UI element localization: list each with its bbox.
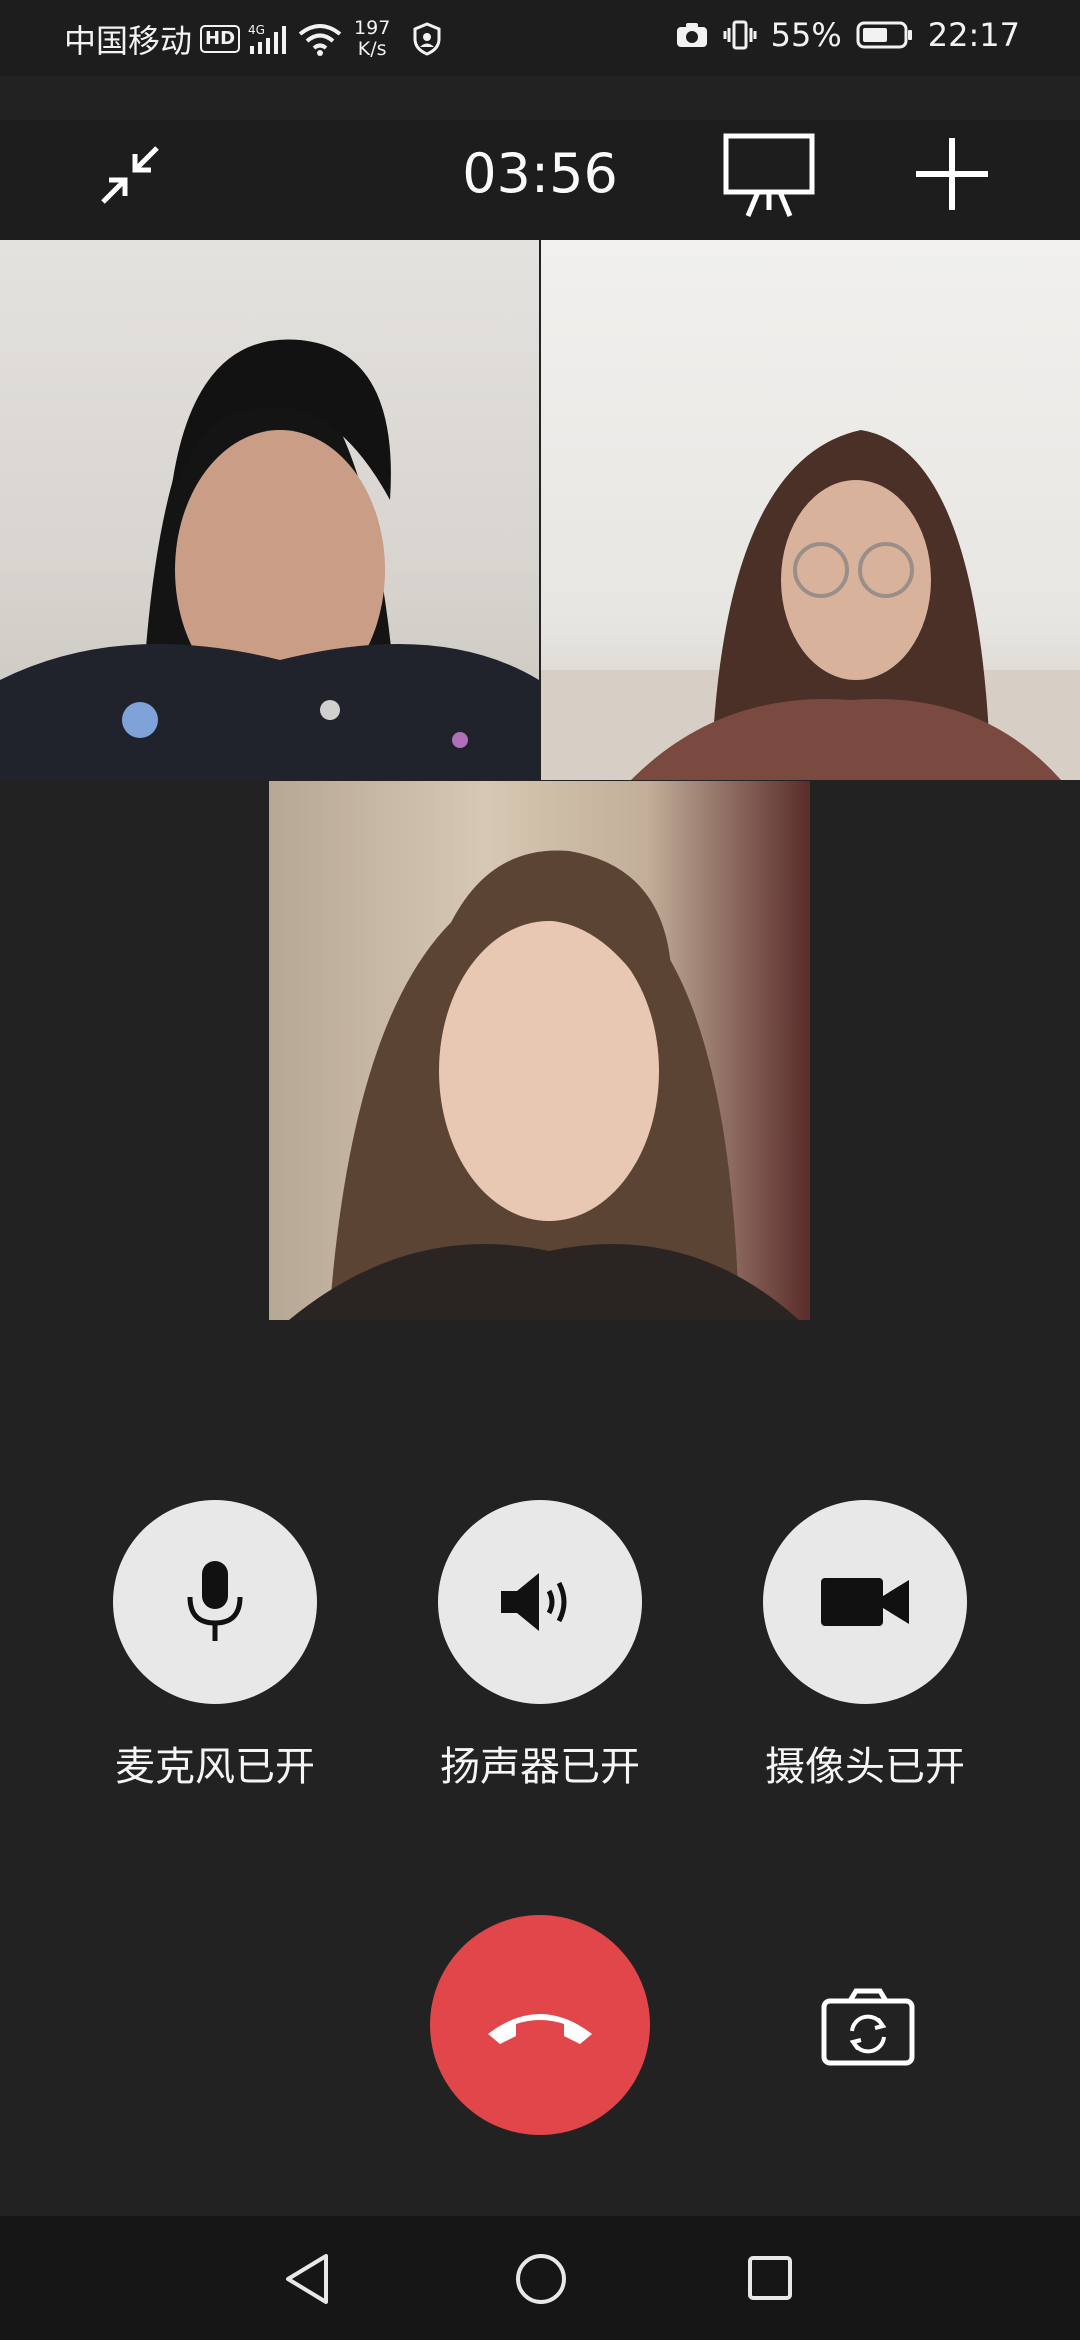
signal-4g-icon: 4G — [248, 23, 287, 54]
hang-up-icon — [488, 2014, 592, 2044]
system-nav-bar — [0, 2216, 1080, 2340]
participant-photo-2 — [541, 430, 1080, 780]
vibrate-icon — [723, 20, 757, 50]
speaker-control: 扬声器已开 — [438, 1500, 642, 1792]
privacy-shield-icon — [413, 22, 441, 56]
battery-percent: 55% — [770, 16, 842, 54]
camera-toggle-button[interactable] — [763, 1500, 967, 1704]
battery-icon — [856, 21, 912, 49]
switch-camera-icon[interactable] — [820, 1987, 916, 2067]
participant-video-1[interactable] — [0, 240, 539, 780]
status-left: 中国移动 HD 4G 197 K/s — [64, 16, 442, 62]
speaker-toggle-button[interactable] — [438, 1500, 642, 1704]
camera-label: 摄像头已开 — [765, 1744, 965, 1790]
carrier-name: 中国移动 — [64, 22, 193, 60]
network-type-label: 4G — [248, 23, 265, 37]
speaker-label: 扬声器已开 — [440, 1744, 640, 1790]
hang-up-button[interactable] — [430, 1915, 650, 2135]
wifi-icon — [298, 24, 342, 56]
mic-control: 麦克风已开 — [113, 1500, 317, 1792]
network-speed: 197 K/s — [354, 18, 390, 60]
speaker-icon — [501, 1573, 567, 1631]
camera-control: 摄像头已开 — [763, 1500, 967, 1792]
participant-photo-3 — [289, 850, 799, 1320]
mic-toggle-button[interactable] — [113, 1500, 317, 1704]
status-bar: 中国移动 HD 4G 197 K/s 55% 22:17 — [0, 0, 1080, 76]
hd-badge: HD — [200, 25, 241, 53]
participant-video-self[interactable] — [269, 781, 810, 1320]
home-icon[interactable] — [514, 2252, 568, 2306]
call-top-bar: 03:56 — [0, 120, 1080, 240]
video-camera-icon — [821, 1578, 909, 1626]
participant-photo-1 — [0, 339, 539, 780]
camera-in-use-icon — [676, 23, 707, 47]
back-icon[interactable] — [282, 2252, 332, 2306]
mic-label: 麦克风已开 — [115, 1744, 315, 1790]
speed-value: 197 — [354, 17, 391, 39]
whiteboard-icon[interactable] — [722, 130, 816, 220]
status-right: 55% 22:17 — [675, 16, 1020, 54]
microphone-icon — [187, 1561, 243, 1641]
speed-unit: K/s — [357, 38, 387, 60]
participant-video-2[interactable] — [541, 240, 1080, 780]
plus-icon[interactable] — [912, 134, 992, 214]
clock: 22:17 — [927, 16, 1020, 54]
recent-apps-icon[interactable] — [746, 2254, 794, 2302]
